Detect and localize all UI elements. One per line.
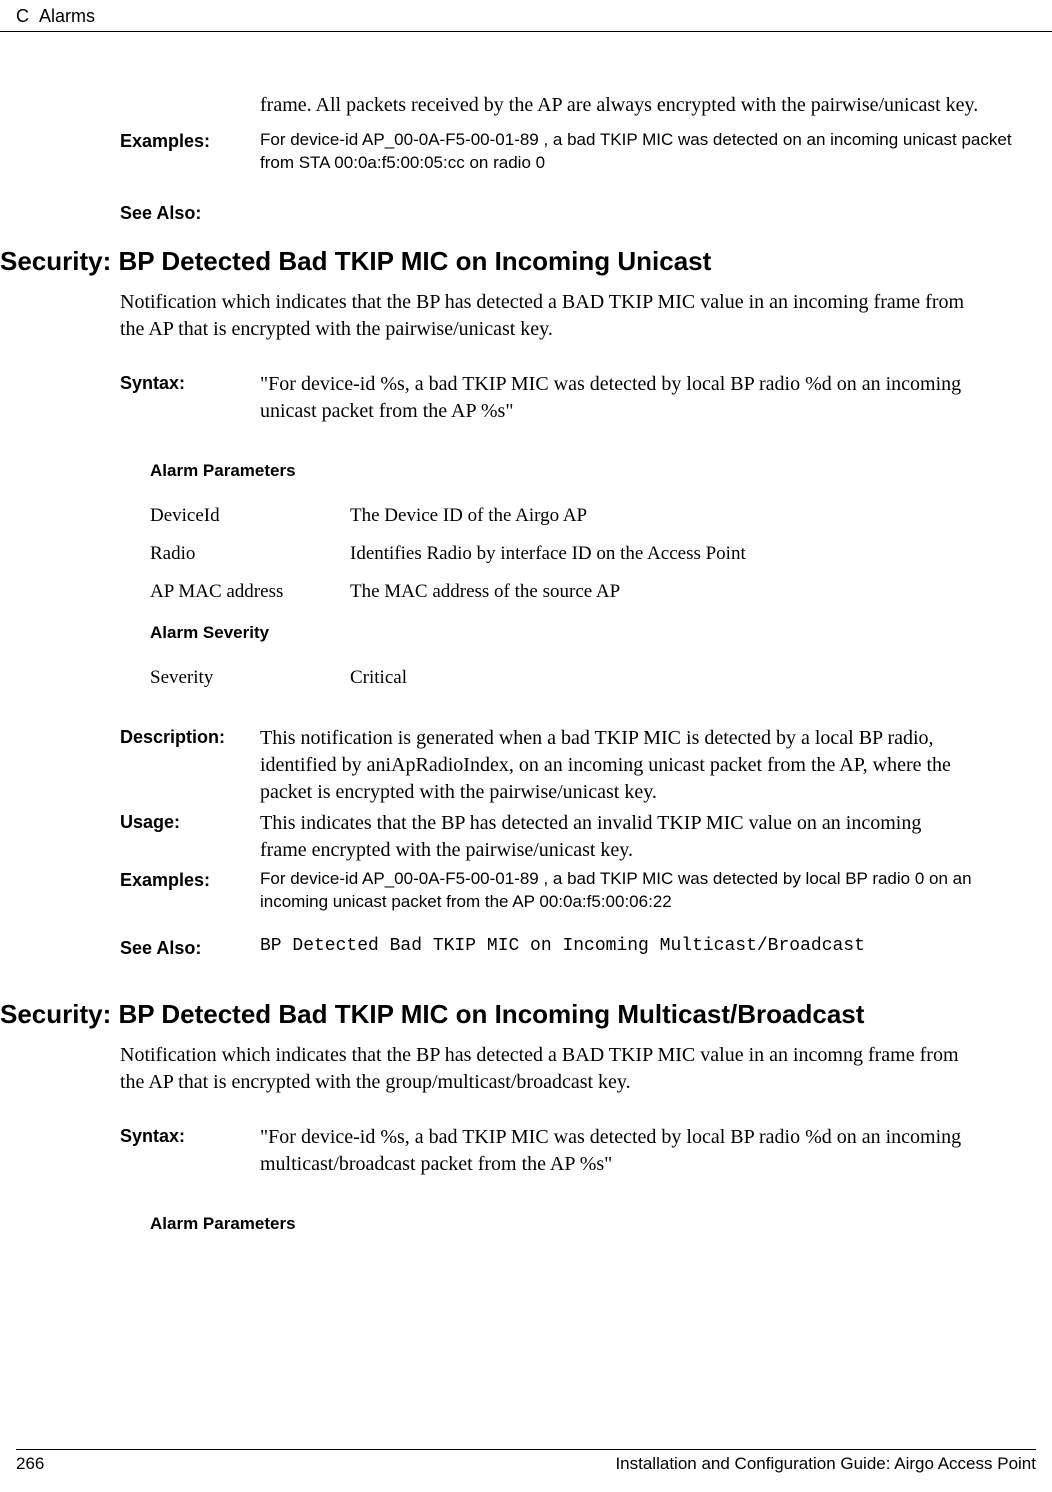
syntax-row: Syntax: "For device-id %s, a bad TKIP MI… xyxy=(120,371,972,425)
see-also-label: See Also: xyxy=(120,201,260,224)
syntax-text: "For device-id %s, a bad TKIP MIC was de… xyxy=(260,1124,972,1178)
section-heading-multicast: Security: BP Detected Bad TKIP MIC on In… xyxy=(0,999,1012,1030)
continued-paragraph: frame. All packets received by the AP ar… xyxy=(260,92,1012,119)
table-row: AP MAC addressThe MAC address of the sou… xyxy=(150,573,972,611)
alarm-severity-table: SeverityCritical xyxy=(150,659,972,697)
description-label: Description: xyxy=(120,725,260,806)
page-number: 266 xyxy=(16,1454,44,1474)
examples-text: For device-id AP_00-0A-F5-00-01-89 , a b… xyxy=(260,129,1012,175)
alarm-severity-heading: Alarm Severity xyxy=(150,623,972,643)
syntax-label: Syntax: xyxy=(120,1124,260,1178)
description-block: Description: This notification is genera… xyxy=(120,725,972,959)
alarm-parameters-block: Alarm Parameters xyxy=(150,1214,972,1234)
description-text: This notification is generated when a ba… xyxy=(260,725,972,806)
syntax-text: "For device-id %s, a bad TKIP MIC was de… xyxy=(260,371,972,425)
syntax-row: Syntax: "For device-id %s, a bad TKIP MI… xyxy=(120,1124,972,1178)
header-chapter: CAlarms xyxy=(16,6,95,27)
alarm-parameters-table: DeviceIdThe Device ID of the Airgo AP Ra… xyxy=(150,497,972,611)
alarm-parameters-block: Alarm Parameters DeviceIdThe Device ID o… xyxy=(150,461,972,697)
page-header: CAlarms xyxy=(0,0,1052,32)
see-also-label: See Also: xyxy=(120,936,260,959)
syntax-label: Syntax: xyxy=(120,371,260,425)
alarm-parameters-heading: Alarm Parameters xyxy=(150,461,972,481)
alarm-parameters-heading: Alarm Parameters xyxy=(150,1214,972,1234)
table-row: SeverityCritical xyxy=(150,659,972,697)
see-also-row: See Also: xyxy=(120,201,1012,224)
page-footer: 266 Installation and Configuration Guide… xyxy=(16,1449,1036,1474)
examples-label: Examples: xyxy=(120,868,260,914)
examples-label: Examples: xyxy=(120,129,260,175)
table-row: DeviceIdThe Device ID of the Airgo AP xyxy=(150,497,972,535)
table-row: RadioIdentifies Radio by interface ID on… xyxy=(150,535,972,573)
section-heading-unicast: Security: BP Detected Bad TKIP MIC on In… xyxy=(0,246,1012,277)
section-intro: Notification which indicates that the BP… xyxy=(120,289,972,343)
examples-row: Examples: For device-id AP_00-0A-F5-00-0… xyxy=(120,129,1012,175)
examples-text: For device-id AP_00-0A-F5-00-01-89 , a b… xyxy=(260,868,972,914)
usage-text: This indicates that the BP has detected … xyxy=(260,810,972,864)
footer-guide: Installation and Configuration Guide: Ai… xyxy=(615,1454,1036,1474)
see-also-text: BP Detected Bad TKIP MIC on Incoming Mul… xyxy=(260,936,972,959)
usage-label: Usage: xyxy=(120,810,260,864)
section-intro: Notification which indicates that the BP… xyxy=(120,1042,972,1096)
